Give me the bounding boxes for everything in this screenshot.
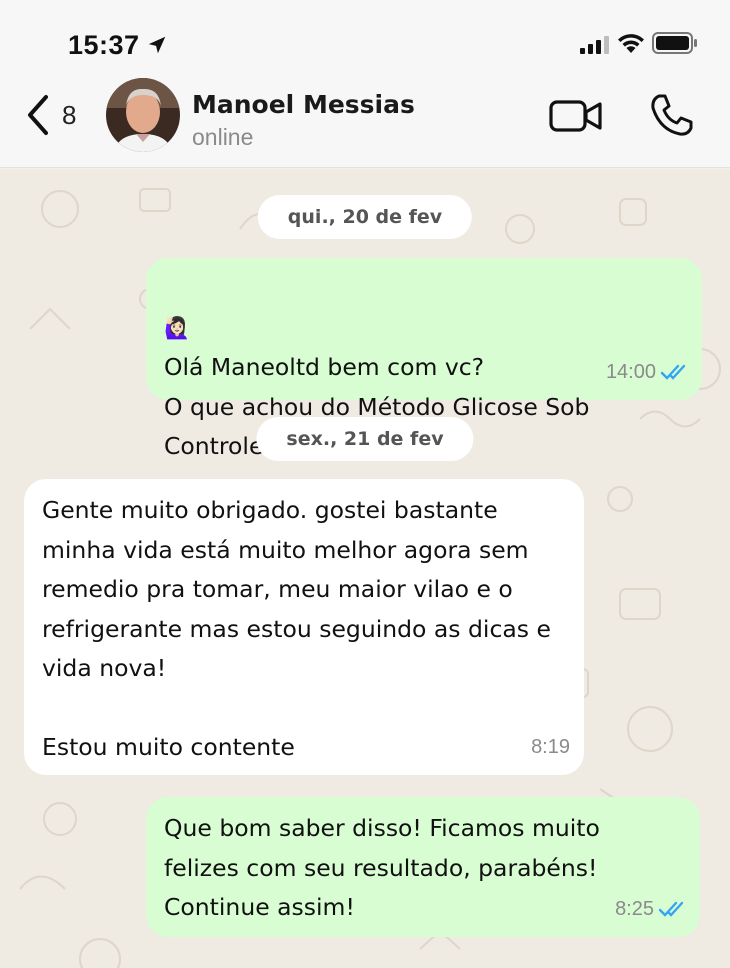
phone-icon[interactable] (648, 92, 694, 138)
raising-hand-emoji: 🙋🏻‍♀️ (164, 315, 191, 340)
outgoing-message[interactable]: Que bom saber disso! Ficamos muito feliz… (146, 797, 700, 937)
unread-count: 8 (62, 99, 77, 130)
message-meta: 8:19 (531, 728, 570, 768)
read-receipt-icon (658, 902, 684, 917)
incoming-message[interactable]: Gente muito obrigado. gostei bastante mi… (24, 479, 584, 775)
outgoing-message[interactable]: 🙋🏻‍♀️ Olá Maneoltd bem com vc? O que ach… (146, 258, 702, 460)
chat-area[interactable]: qui., 20 de fev 🙋🏻‍♀️ Olá Maneoltd bem c… (0, 169, 730, 968)
message-meta: 8:25 (615, 890, 688, 930)
signal-icon (580, 36, 609, 54)
message-time: 8:25 (615, 897, 654, 920)
wifi-icon (618, 34, 644, 53)
message-time: 14:00 (605, 360, 656, 383)
video-call-icon[interactable] (548, 96, 604, 136)
chat-header: 8 Manoel Messias online (0, 72, 730, 168)
status-bar: 15:37 (0, 0, 730, 72)
contact-status: online (192, 124, 254, 150)
back-button[interactable]: 8 (24, 90, 94, 140)
message-meta: 14:00 (606, 353, 690, 393)
avatar[interactable] (106, 78, 180, 152)
status-time: 15:37 (68, 30, 140, 60)
read-receipt-icon (660, 365, 686, 380)
message-time: 8:19 (531, 735, 570, 758)
battery-icon (652, 32, 697, 54)
location-arrow-icon (148, 36, 166, 54)
date-separator: sex., 21 de fev (256, 417, 474, 461)
chevron-left-icon (28, 95, 48, 135)
date-separator: qui., 20 de fev (257, 195, 473, 239)
contact-name[interactable]: Manoel Messias (192, 90, 415, 119)
message-text: Gente muito obrigado. gostei bastante mi… (42, 496, 551, 761)
message-text: Que bom saber disso! Ficamos muito feliz… (164, 814, 600, 921)
